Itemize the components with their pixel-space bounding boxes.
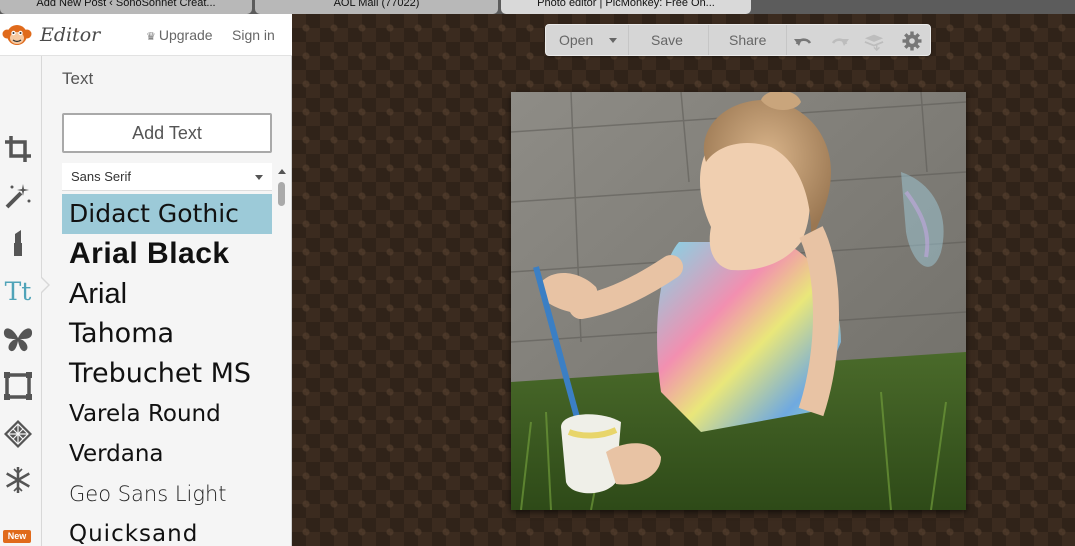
scroll-up-arrow-icon[interactable] <box>278 169 286 174</box>
gear-icon[interactable] <box>902 31 922 51</box>
lipstick-icon[interactable] <box>2 227 34 259</box>
font-category-select[interactable]: Sans Serif <box>62 163 272 191</box>
font-item[interactable]: Didact Gothic <box>62 194 272 234</box>
text-icon[interactable]: Tt <box>2 275 34 307</box>
editor-canvas: Open Save Share <box>292 14 1075 546</box>
save-button[interactable]: Save <box>651 32 683 48</box>
butterfly-icon[interactable] <box>2 323 34 355</box>
edited-photo[interactable] <box>511 92 966 510</box>
font-item[interactable]: Quicksand <box>62 514 272 546</box>
browser-tab[interactable]: Add New Post ‹ SonoSonnet Creat... <box>0 0 252 14</box>
tool-rail: Tt New <box>0 56 42 546</box>
editor-logo-text: Editor <box>40 24 101 46</box>
magic-wand-icon[interactable] <box>2 180 34 212</box>
toolbar-divider <box>708 25 709 55</box>
layers-icon[interactable] <box>864 31 884 51</box>
sign-in-link[interactable]: Sign in <box>232 27 275 43</box>
editor-topbar: Editor ♛ Upgrade Sign in <box>0 14 292 56</box>
open-dropdown-chevron-icon[interactable] <box>609 38 617 43</box>
add-text-button[interactable]: Add Text <box>62 113 272 153</box>
share-button[interactable]: Share <box>729 32 766 48</box>
panel-title: Text <box>62 69 94 88</box>
font-item[interactable]: Geo Sans Light <box>62 474 272 514</box>
browser-tab-active[interactable]: Photo editor | PicMonkey: Free On... <box>501 0 751 14</box>
undo-icon[interactable] <box>793 31 813 51</box>
toolbar-divider <box>786 25 787 55</box>
font-category-value: Sans Serif <box>71 169 131 184</box>
editor-toolbar: Open Save Share <box>545 24 931 56</box>
font-item[interactable]: Arial Black <box>62 234 272 274</box>
browser-tab-strip: Add New Post ‹ SonoSonnet Creat... AOL M… <box>0 0 1075 14</box>
font-list: Didact Gothic Arial Black Arial Tahoma T… <box>62 194 272 546</box>
frame-icon[interactable] <box>2 370 34 402</box>
editor-sidebar: Editor ♛ Upgrade Sign in Tt New Text Add… <box>0 14 292 546</box>
monkey-logo-icon[interactable] <box>2 22 32 48</box>
font-item[interactable]: Trebuchet MS <box>62 354 272 394</box>
texture-icon[interactable] <box>2 418 34 450</box>
browser-tab[interactable]: AOL Mail (77022) <box>255 0 498 14</box>
font-item[interactable]: Tahoma <box>62 314 272 354</box>
upgrade-label: Upgrade <box>158 27 213 43</box>
new-badge: New <box>3 530 31 543</box>
open-button[interactable]: Open <box>559 32 593 48</box>
upgrade-link[interactable]: ♛ Upgrade <box>146 27 213 43</box>
toolbar-divider <box>628 25 629 55</box>
snowflake-icon[interactable] <box>2 464 34 496</box>
redo-icon[interactable] <box>830 31 850 51</box>
font-item[interactable]: Arial <box>62 274 272 314</box>
font-item[interactable]: Verdana <box>62 434 272 474</box>
crown-icon: ♛ <box>146 31 156 43</box>
font-item[interactable]: Varela Round <box>62 394 272 434</box>
crop-icon[interactable] <box>2 133 34 165</box>
font-list-scrollbar[interactable] <box>278 182 285 206</box>
active-tool-pointer-inner <box>40 277 48 293</box>
chevron-down-icon <box>255 175 263 180</box>
